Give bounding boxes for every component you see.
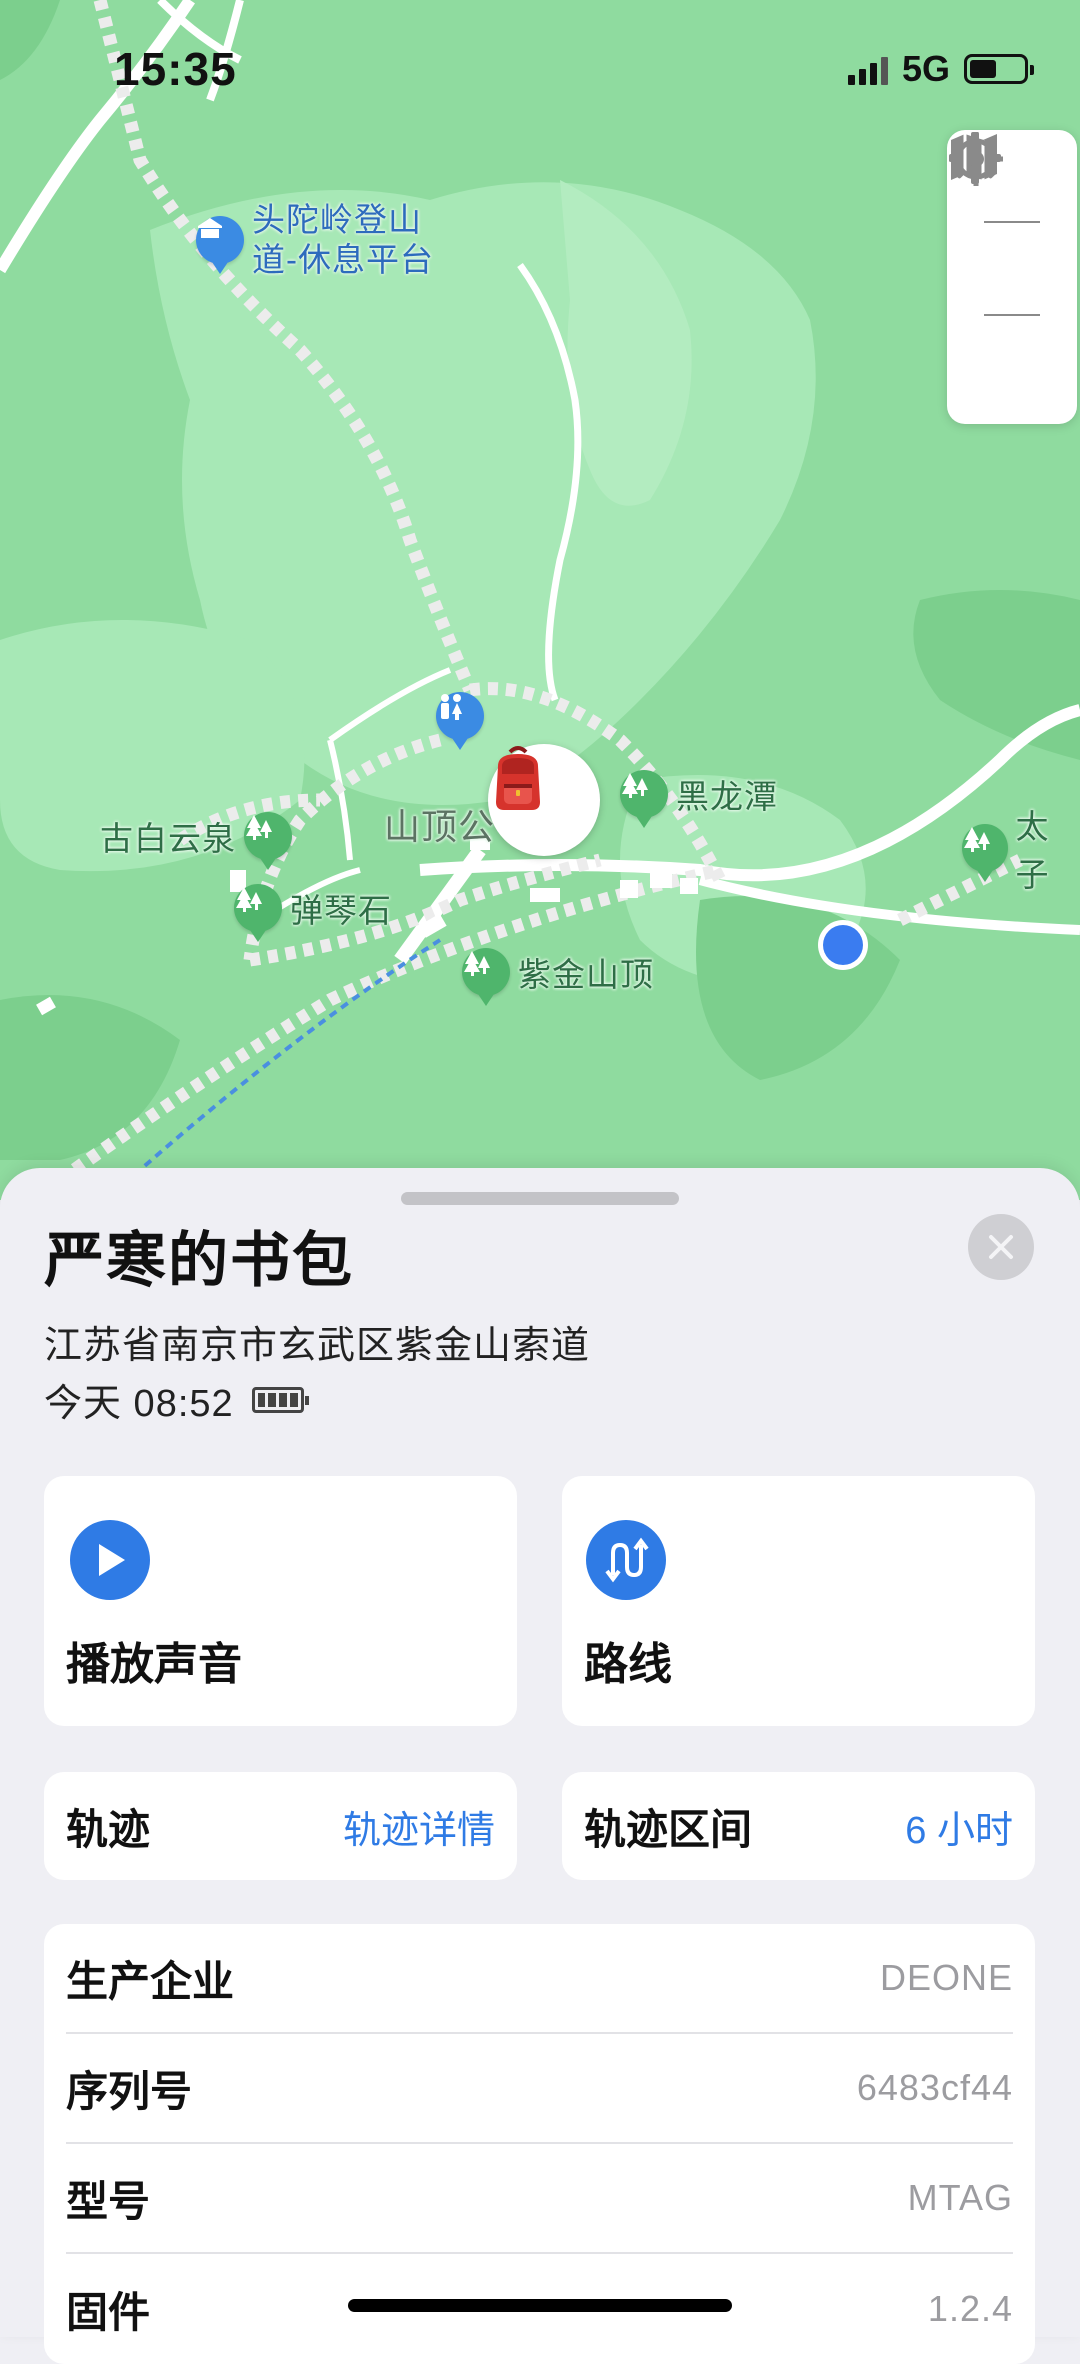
tree-icon: [234, 884, 282, 942]
info-key: 型号: [66, 2177, 151, 2225]
tree-icon: [462, 948, 510, 1006]
track-title: 轨迹: [66, 1805, 151, 1853]
route-icon: [586, 1520, 666, 1600]
poi-tanqinshi[interactable]: 弹琴石: [234, 884, 392, 942]
poi-label: 紫金山顶: [518, 956, 654, 993]
track-range-title: 轨迹区间: [584, 1805, 753, 1853]
info-value: DEONE: [879, 1957, 1013, 1998]
info-row-model: 型号 MTAG: [66, 2144, 1013, 2254]
play-sound-button[interactable]: 播放声音: [44, 1476, 517, 1726]
info-key: 固件: [66, 2288, 151, 2336]
tree-icon: [962, 824, 1008, 882]
status-time: 15:35: [114, 43, 237, 95]
route-button[interactable]: 路线: [562, 1476, 1035, 1726]
shelter-icon: [196, 216, 244, 274]
item-marker[interactable]: [488, 744, 600, 856]
close-button[interactable]: [968, 1214, 1034, 1280]
network-label: 5G: [901, 48, 950, 89]
map-view[interactable]: 头陀岭登山 道-休息平台 黑龙潭 古白云泉 弹琴石 紫金山顶 太子 山顶公 15…: [0, 0, 1080, 1200]
battery-icon: [251, 1386, 309, 1413]
play-icon: [70, 1520, 150, 1600]
poi-label: 太子: [1015, 808, 1050, 893]
info-row-manufacturer: 生产企业 DEONE: [66, 1924, 1013, 2034]
tree-icon: [244, 812, 292, 870]
info-value: MTAG: [907, 2177, 1013, 2218]
poi-zijinshanding[interactable]: 紫金山顶: [462, 948, 654, 1006]
poi-restroom[interactable]: [436, 692, 484, 750]
home-indicator[interactable]: [348, 2299, 732, 2312]
device-info-card: 生产企业 DEONE 序列号 6483cf44 型号 MTAG 固件 1.2.4: [44, 1924, 1035, 2364]
status-bar-right: 5G: [847, 48, 1034, 90]
locate-icon: [949, 132, 1003, 186]
area-label: 山顶公: [384, 806, 496, 847]
info-value: 1.2.4: [927, 2288, 1013, 2329]
track-range-card[interactable]: 轨迹区间 6 小时: [562, 1772, 1035, 1880]
tree-icon: [620, 770, 668, 828]
info-value: 6483cf44: [856, 2067, 1013, 2108]
track-range-value[interactable]: 6 小时: [905, 1799, 1013, 1854]
map-style-button[interactable]: [947, 134, 1077, 314]
signal-icon: [847, 53, 888, 85]
poi-label: 头陀岭登山: [252, 201, 422, 238]
poi-label: 道-休息平台: [252, 241, 434, 278]
info-key: 序列号: [66, 2067, 193, 2115]
map-controls: [947, 130, 1077, 424]
poi-label: 弹琴石: [290, 892, 392, 929]
item-detail-sheet: 严寒的书包 江苏省南京市玄武区紫金山索道 今天 08:52 播放声音 路线 轨迹…: [0, 1168, 1080, 2364]
restroom-icon: [436, 692, 484, 750]
play-sound-label: 播放声音: [66, 1640, 242, 1689]
item-title: 严寒的书包: [44, 1227, 354, 1294]
track-card[interactable]: 轨迹 轨迹详情: [44, 1772, 517, 1880]
battery-level: [970, 60, 996, 78]
locate-button[interactable]: [947, 132, 1077, 407]
poi-rest-platform[interactable]: 头陀岭登山 道-休息平台: [196, 200, 434, 280]
info-key: 生产企业: [66, 1957, 235, 2005]
poi-taizi[interactable]: 太子: [962, 800, 1080, 896]
backpack-icon: [496, 746, 540, 810]
poi-label: 古白云泉: [100, 820, 236, 857]
poi-label: 黑龙潭: [676, 778, 778, 815]
info-row-serial: 序列号 6483cf44: [66, 2034, 1013, 2144]
poi-guboiyunquan[interactable]: 古白云泉: [100, 812, 292, 870]
item-address: 江苏省南京市玄武区紫金山索道: [44, 1325, 591, 1367]
sheet-grabber[interactable]: [401, 1192, 679, 1205]
route-label: 路线: [584, 1640, 672, 1689]
poi-heilongtan[interactable]: 黑龙潭: [620, 770, 778, 828]
battery-icon: [964, 54, 1034, 84]
map-terrain: [0, 0, 1080, 1186]
last-seen-time: 今天 08:52: [44, 1383, 234, 1425]
last-seen-row: 今天 08:52: [44, 1372, 309, 1427]
close-icon: [989, 1235, 1013, 1259]
track-details-link[interactable]: 轨迹详情: [343, 1799, 495, 1854]
